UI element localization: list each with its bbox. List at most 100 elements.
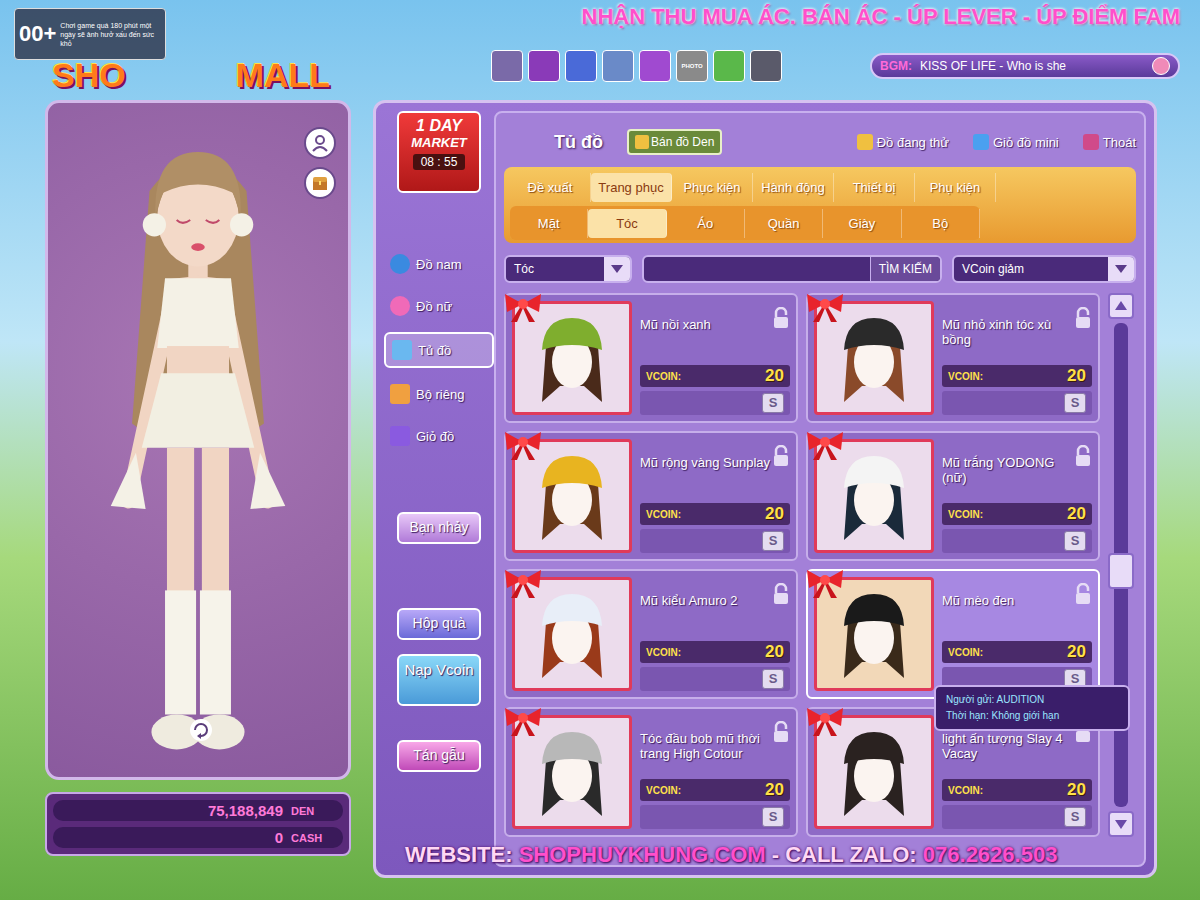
sidebar-item[interactable]: Tủ đồ [384,332,494,368]
buy-button[interactable]: S [1064,807,1086,827]
toolbar-icon[interactable] [565,50,597,82]
lock-icon [1074,307,1092,329]
buy-button[interactable]: S [762,531,784,551]
scroll-up-icon[interactable] [1108,293,1134,319]
lock-icon [1074,583,1092,605]
buy-button[interactable]: S [762,669,784,689]
toolbar-icon[interactable] [713,50,745,82]
balance-row: 75,188,849 DEN [53,800,343,821]
category-tab[interactable]: Thiết bị [834,173,915,202]
search-field[interactable]: TÌM KIẾM [642,255,942,283]
profile-icon[interactable] [304,127,336,159]
toolbar-icon[interactable] [528,50,560,82]
item-name: Mũ nhỏ xinh tóc xù bồng [942,317,1074,347]
item-price: VCOIN:20 [942,365,1092,387]
character-avatar[interactable] [48,123,348,763]
item-name: Mũ kiểu Amuro 2 [640,593,738,608]
sell-icon [635,135,649,149]
header-action[interactable]: Đồ đang thử [857,134,949,150]
item-card[interactable]: Mũ kiểu Amuro 2 VCOIN:20 S [504,569,798,699]
item-name: Tóc đầu bob mũ thời trang High Cotour [640,731,772,761]
category-tab[interactable]: Hành động [753,173,834,202]
sell-button[interactable]: Bán đồ Den [627,129,722,155]
item-name: Mũ rộng vàng Sunplay [640,455,770,470]
item-tooltip: Người gửi: AUDITIONThời hạn: Không giới … [934,685,1130,731]
toolbar-icon[interactable] [602,50,634,82]
category-select[interactable]: Tóc [504,255,632,283]
sub-tab[interactable]: Giày [823,209,901,238]
gift-bow-icon [501,704,545,738]
item-thumbnail [814,715,934,829]
item-card[interactable]: Mũ nồi xanhVCOIN:20S [504,293,798,423]
buy-button[interactable]: S [1064,531,1086,551]
item-name: Mũ nồi xanh [640,317,711,332]
item-card[interactable]: Mũ rộng vàng SunplayVCOIN:20S [504,431,798,561]
sub-tab[interactable]: Mặt [510,209,588,238]
side-button[interactable]: Bạn nhảy [397,512,481,544]
category-tab[interactable]: Đề xuất [510,173,591,202]
buy-button[interactable]: S [1064,393,1086,413]
sidebar-item[interactable]: Bộ riêng [384,378,494,410]
sort-select[interactable]: VCoin giảm [952,255,1136,283]
item-card[interactable]: Tóc đầu bob mũ thời trang High CotourVCO… [504,707,798,837]
item-price: VCOIN:20 [640,641,790,663]
item-card[interactable]: Mũ trắng YODONG (nữ)VCOIN:20S [806,431,1100,561]
side-button[interactable]: Hộp quà [397,608,481,640]
wardrobe: Tủ đồBán đồ DenĐồ đang thửGiỏ đồ miniTho… [494,111,1146,867]
lock-icon [772,307,790,329]
category-icon [390,426,410,446]
item-thumbnail [814,577,934,691]
side-button[interactable]: Tán gẫu [397,740,481,772]
chest-icon[interactable] [304,167,336,199]
sidebar-item[interactable]: Giỏ đồ [384,420,494,452]
balance-amount: 0 [275,829,283,846]
sidebar-item[interactable]: Đồ nam [384,248,494,280]
buy-button[interactable]: S [762,807,784,827]
scroll-thumb[interactable] [1108,553,1134,589]
search-button[interactable]: TÌM KIẾM [870,257,940,281]
shop-panel: 1 DAYMARKET08 : 55 Đồ nam Đồ nữ Tủ đồ Bộ riê… [373,100,1157,878]
filter-bar: Tóc TÌM KIẾM VCoin giảm [504,255,1136,283]
sub-tab[interactable]: Áo [667,209,745,238]
balance-currency: DEN [291,805,331,817]
toolbar-icon[interactable] [491,50,523,82]
age-rating-badge: 00+Chơi game quá 180 phút một ngày sẽ ản… [14,8,166,60]
category-icon [390,384,410,404]
music-icon[interactable] [1152,57,1170,75]
action-icon [857,134,873,150]
header-action[interactable]: Giỏ đồ mini [973,134,1059,150]
gift-bow-icon [501,428,545,462]
tab-bar: Đề xuấtTrang phụcPhục kiệnHành độngThiết… [504,167,1136,243]
balance-amount: 75,188,849 [208,802,283,819]
action-icon [1083,134,1099,150]
item-thumbnail [512,715,632,829]
buy-button[interactable]: S [762,393,784,413]
header-action[interactable]: Thoát [1083,134,1136,150]
toolbar-icon[interactable]: PHOTO [676,50,708,82]
item-thumbnail [814,439,934,553]
toolbar-icon[interactable] [639,50,671,82]
toolbar-icon[interactable] [750,50,782,82]
sub-tab[interactable]: Bộ [902,209,980,238]
rotate-icon[interactable] [188,717,214,747]
category-tab[interactable]: Phụ kiện [915,173,996,202]
scrollbar[interactable] [1106,293,1136,837]
item-card[interactable]: Mũ nhỏ xinh tóc xù bồng VCOIN:20 S [806,293,1100,423]
item-name: Mũ mèo đen [942,593,1014,608]
category-tab[interactable]: Phục kiện [672,173,753,202]
side-button[interactable]: Nạp Vcoin [397,654,481,706]
sidebar-item[interactable]: Đồ nữ [384,290,494,322]
lock-icon [772,721,790,743]
market-timer: 08 : 55 [413,154,466,170]
sub-tab[interactable]: Quần [745,209,823,238]
sub-tab[interactable]: Tóc [588,209,666,238]
gift-bow-icon [803,704,847,738]
action-icon [973,134,989,150]
shop-logo: SHOMALL [52,56,370,95]
scroll-down-icon[interactable] [1108,811,1134,837]
item-card[interactable]: Mũ mèo đenVCOIN:20S [806,569,1100,699]
lock-icon [1074,445,1092,467]
category-tab[interactable]: Trang phục [591,173,672,202]
toolbar: PHOTO [491,50,782,82]
day-market-button[interactable]: 1 DAYMARKET08 : 55 [397,111,481,193]
